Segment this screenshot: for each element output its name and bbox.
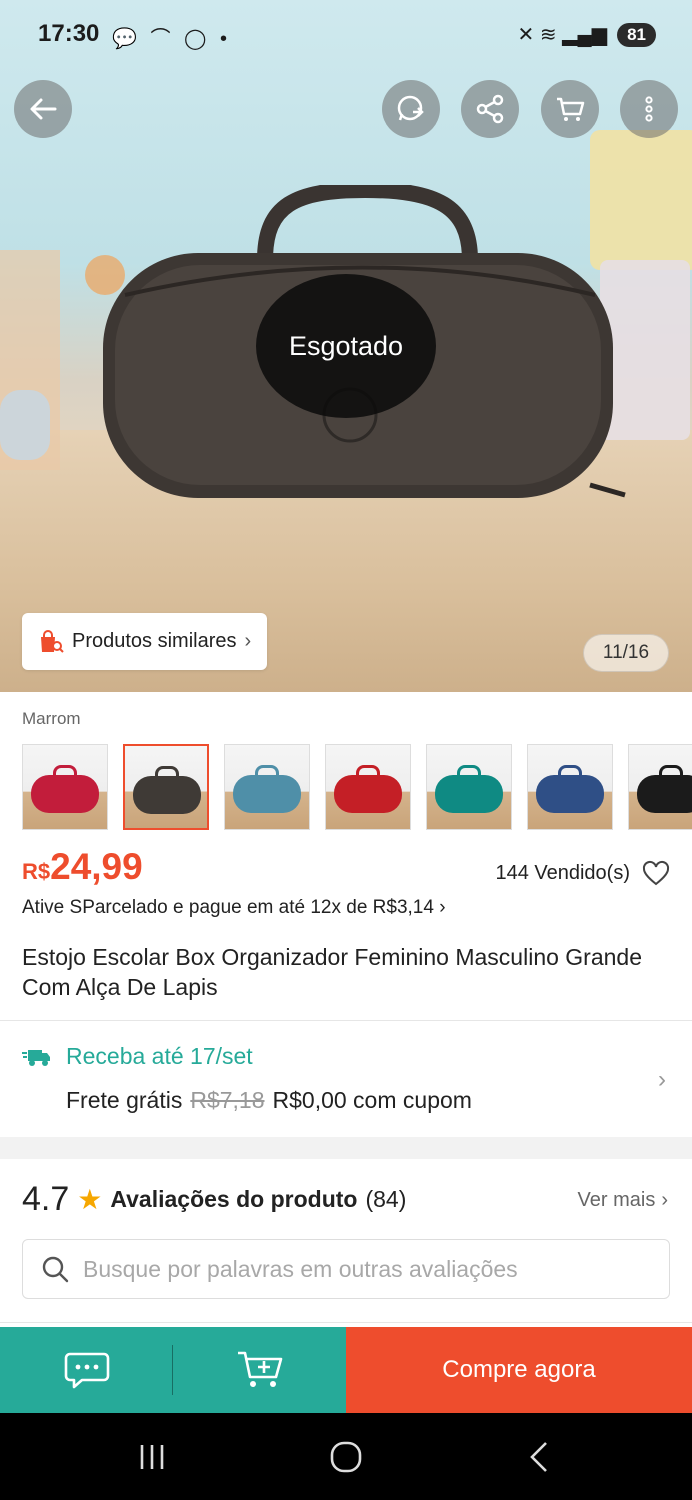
delivery-truck-icon (22, 1050, 50, 1066)
variant-thumbnail[interactable] (527, 744, 613, 830)
see-more-label: Ver mais (577, 1189, 656, 1211)
heart-icon[interactable] (642, 860, 670, 888)
variant-thumbnail[interactable] (22, 744, 108, 830)
notification-icons: 💬 ⌒ ◯ • (112, 28, 231, 50)
product-page: Esgotado Produtos similares › 11/16 17:3… (0, 0, 692, 1500)
more-icon (645, 96, 653, 122)
system-icons: ✕ ≋ ▂▄▆ 81 (518, 22, 656, 47)
chat-button[interactable] (0, 1327, 173, 1413)
buy-now-label: Compre agora (442, 1356, 596, 1383)
reviews-search-box[interactable] (22, 1239, 670, 1299)
bottom-action-bar: Compre agora (0, 1327, 692, 1413)
chat-icon (64, 1352, 109, 1389)
thumbnail-pouch (233, 775, 301, 813)
separator (172, 1345, 173, 1395)
back-nav-icon[interactable] (522, 1439, 558, 1475)
background-shape (0, 390, 50, 460)
system-navigation-bar (0, 1413, 692, 1500)
thumbnail-pouch (536, 775, 604, 813)
share-icon (476, 94, 504, 124)
search-icon (42, 1256, 69, 1283)
share-button[interactable] (461, 80, 519, 138)
sold-count: 144 Vendido(s) (495, 862, 630, 884)
section-gap (0, 1137, 692, 1159)
star-icon: ★ (77, 1184, 103, 1215)
image-counter-text: 11/16 (602, 642, 650, 663)
home-icon[interactable] (328, 1439, 364, 1475)
old-shipping-price: R$7,18 (190, 1087, 265, 1113)
variant-selected-label: Marrom (22, 709, 81, 728)
variant-thumbnail[interactable] (325, 744, 411, 830)
new-shipping-price: R$0,00 com cupom (272, 1087, 472, 1113)
sold-out-label: Esgotado (288, 330, 404, 361)
reviews-search-input[interactable] (83, 1255, 643, 1283)
similar-products-button[interactable]: Produtos similares › (22, 613, 268, 670)
back-icon (30, 98, 57, 120)
recent-apps-icon[interactable] (134, 1439, 170, 1475)
more-options-button[interactable] (620, 80, 678, 138)
thumbnail-pouch (334, 775, 402, 813)
rating-score: 4.7 (22, 1180, 70, 1218)
status-time: 17:30 (38, 20, 100, 47)
sold-out-badge: Esgotado (256, 274, 436, 418)
battery-indicator: 81 (617, 22, 656, 47)
price-currency: R$ (22, 859, 51, 884)
chevron-right-icon: › (244, 630, 252, 652)
delivery-estimate[interactable]: Receba até 17/set (66, 1043, 253, 1070)
buy-now-button[interactable]: Compre agora (346, 1327, 692, 1413)
variant-thumbnail[interactable] (628, 744, 692, 830)
variant-thumbnail[interactable] (224, 744, 310, 830)
divider (0, 1020, 692, 1021)
installments-link[interactable]: Ative SParcelado e pague em até 12x de R… (22, 897, 446, 919)
chevron-right-icon[interactable]: › (658, 1066, 666, 1094)
back-button[interactable] (14, 80, 72, 138)
price: R$ 24,99 (22, 846, 143, 888)
product-title: Estojo Escolar Box Organizador Feminino … (22, 944, 643, 1000)
shipping-price: Frete grátis R$7,18 R$0,00 com cupom (66, 1087, 472, 1114)
thumbnail-pouch (31, 775, 99, 813)
status-bar: 17:30 💬 ⌒ ◯ • ✕ ≋ ▂▄▆ 81 (0, 0, 692, 72)
variant-thumbnail[interactable] (426, 744, 512, 830)
reviews-header: 4.7 ★ Avaliações do produto (84) (22, 1180, 406, 1219)
divider (0, 1322, 692, 1323)
whatsapp-share-icon (397, 95, 424, 121)
cart-icon (557, 97, 585, 121)
reviews-label: Avaliações do produto (110, 1186, 358, 1212)
cart-button[interactable] (541, 80, 599, 138)
chevron-right-icon: › (661, 1189, 668, 1211)
see-more-link[interactable]: Ver mais › (578, 1189, 668, 1212)
whatsapp-share-button[interactable] (382, 80, 440, 138)
add-to-cart-button[interactable] (173, 1327, 346, 1413)
variant-thumbnail[interactable] (123, 744, 209, 830)
variant-thumbnails (22, 744, 692, 830)
price-value: 24,99 (50, 846, 143, 887)
thumbnail-pouch (133, 776, 201, 814)
add-to-cart-icon (237, 1351, 282, 1387)
thumbnail-pouch (435, 775, 503, 813)
free-shipping-label: Frete grátis (66, 1087, 183, 1113)
signal-icons: ✕ ≋ ▂▄▆ (517, 24, 608, 46)
reviews-count: (84) (365, 1186, 407, 1212)
shopping-bag-search-icon (41, 629, 64, 653)
thumbnail-pouch (637, 775, 692, 813)
image-counter: 11/16 (583, 634, 669, 672)
similar-products-label: Produtos similares (72, 630, 237, 652)
